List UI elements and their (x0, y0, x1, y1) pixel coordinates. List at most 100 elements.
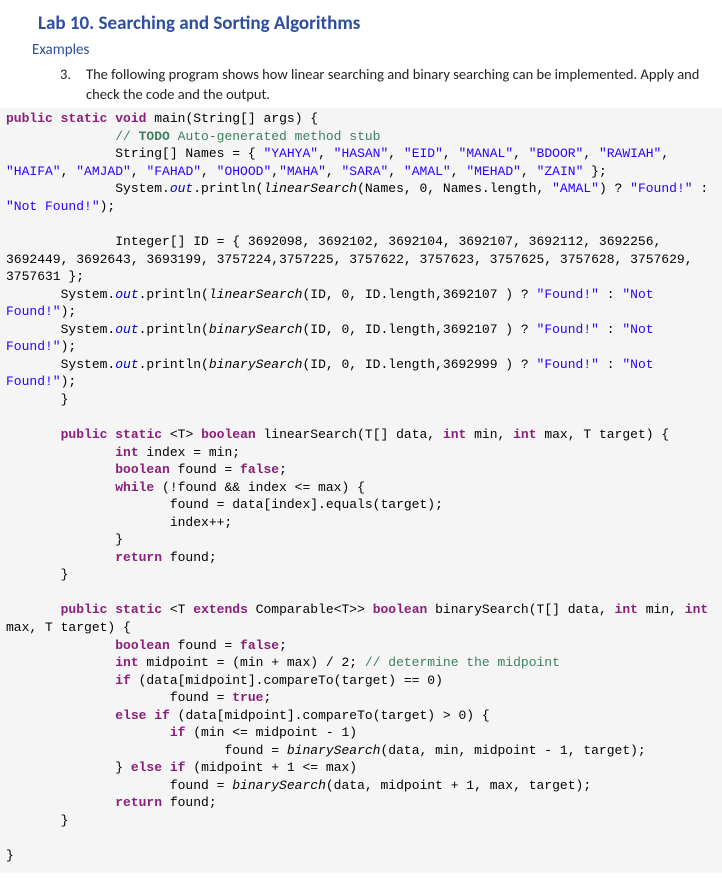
brace: } (115, 532, 123, 547)
s: "MAHA" (279, 164, 326, 179)
instruction: 3. The following program shows how linea… (0, 63, 722, 104)
l: (data[midpoint].compareTo(target) > 0) { (170, 708, 490, 723)
l: found = (224, 743, 286, 758)
sig: min, (466, 427, 513, 442)
l: found; (162, 550, 217, 565)
s: "Found!" (630, 181, 692, 196)
kw: if (154, 708, 170, 723)
kw: if (170, 760, 186, 775)
kw-static: static (61, 111, 108, 126)
comment: // determine the midpoint (365, 655, 560, 670)
s: "MEHAD" (466, 164, 521, 179)
s: "YAHYA" (263, 146, 318, 161)
instruction-number: 3. (60, 65, 86, 104)
kw: while (115, 480, 154, 495)
kw: int (115, 655, 138, 670)
println: .println( (139, 357, 209, 372)
kw: true (232, 690, 263, 705)
colon: : (599, 357, 622, 372)
colon: : (693, 181, 716, 196)
sysout: System. (61, 287, 116, 302)
bs: binarySearch (209, 357, 303, 372)
args: (ID, 0, ID.length,3692107 ) ? (302, 287, 536, 302)
s: "AMAL" (552, 181, 599, 196)
semi: ; (263, 690, 271, 705)
main-sig: main(String[] args) { (146, 111, 318, 126)
l: found = data[index].equals(target); (170, 497, 443, 512)
l: (midpoint + 1 <= max) (185, 760, 357, 775)
out: out (170, 181, 193, 196)
sysout: System. (61, 357, 116, 372)
brace: } (61, 813, 69, 828)
s: "ZAIN" (537, 164, 584, 179)
colon: : (599, 322, 622, 337)
kw: else (115, 708, 146, 723)
kw: boolean (115, 638, 170, 653)
kw-void: void (115, 111, 146, 126)
out: out (115, 322, 138, 337)
args: (data, midpoint + 1, max, target); (326, 778, 591, 793)
sig: linearSearch(T[] data, (256, 427, 443, 442)
l: index++; (170, 515, 232, 530)
kw: int (685, 602, 708, 617)
l: (!found && index <= max) { (154, 480, 365, 495)
kw: int (115, 445, 138, 460)
l: found = (170, 462, 240, 477)
l: found = (170, 638, 240, 653)
l: } (115, 760, 131, 775)
kw: static (115, 427, 162, 442)
end: ); (100, 199, 116, 214)
kw: boolean (201, 427, 256, 442)
println: .println( (139, 322, 209, 337)
println: .println( (139, 287, 209, 302)
tern: ) ? (599, 181, 630, 196)
s: "AMJAD" (76, 164, 131, 179)
s: "SARA" (342, 164, 389, 179)
l: found; (162, 795, 217, 810)
kw: boolean (115, 462, 170, 477)
todo: TODO (139, 129, 170, 144)
bs: binarySearch (209, 322, 303, 337)
end: ); (61, 374, 77, 389)
bs: binarySearch (232, 778, 326, 793)
s: "Not Found!" (6, 199, 100, 214)
s: "RAWIAH" (599, 146, 661, 161)
sig: <T> (162, 427, 201, 442)
ls: linearSearch (209, 287, 303, 302)
out: out (115, 287, 138, 302)
args: (ID, 0, ID.length,3692999 ) ? (302, 357, 536, 372)
brace: } (61, 392, 69, 407)
kw: public (61, 602, 108, 617)
todo-rest: Auto-generated method stub (170, 129, 381, 144)
s: "Found!" (537, 287, 599, 302)
s: "Found!" (537, 322, 599, 337)
kw: return (115, 795, 162, 810)
l: found = (170, 690, 232, 705)
kw: if (115, 673, 131, 688)
todo-pre: // (115, 129, 138, 144)
kw: return (115, 550, 162, 565)
sig: Comparable<T>> (248, 602, 373, 617)
bs: binarySearch (287, 743, 381, 758)
code-block: public static void main(String[] args) {… (0, 108, 722, 873)
sysout: System. (61, 322, 116, 337)
semi: ; (279, 638, 287, 653)
names-end: }; (583, 164, 606, 179)
l: index = min; (139, 445, 240, 460)
l: (data[midpoint].compareTo(target) == 0) (131, 673, 443, 688)
kw: public (61, 427, 108, 442)
brace: } (61, 567, 69, 582)
kw: false (240, 638, 279, 653)
colon: : (599, 287, 622, 302)
s: "OHOOD" (217, 164, 272, 179)
s: "AMAL" (404, 164, 451, 179)
kw: int (443, 427, 466, 442)
kw: boolean (373, 602, 428, 617)
names-decl: String[] Names = { (115, 146, 263, 161)
semi: ; (279, 462, 287, 477)
args: (data, min, midpoint - 1, target); (380, 743, 645, 758)
args: (ID, 0, ID.length,3692107 ) ? (302, 322, 536, 337)
sig: max, T target) { (537, 427, 670, 442)
instruction-text: The following program shows how linear s… (86, 65, 722, 104)
s: "MANAL" (459, 146, 514, 161)
